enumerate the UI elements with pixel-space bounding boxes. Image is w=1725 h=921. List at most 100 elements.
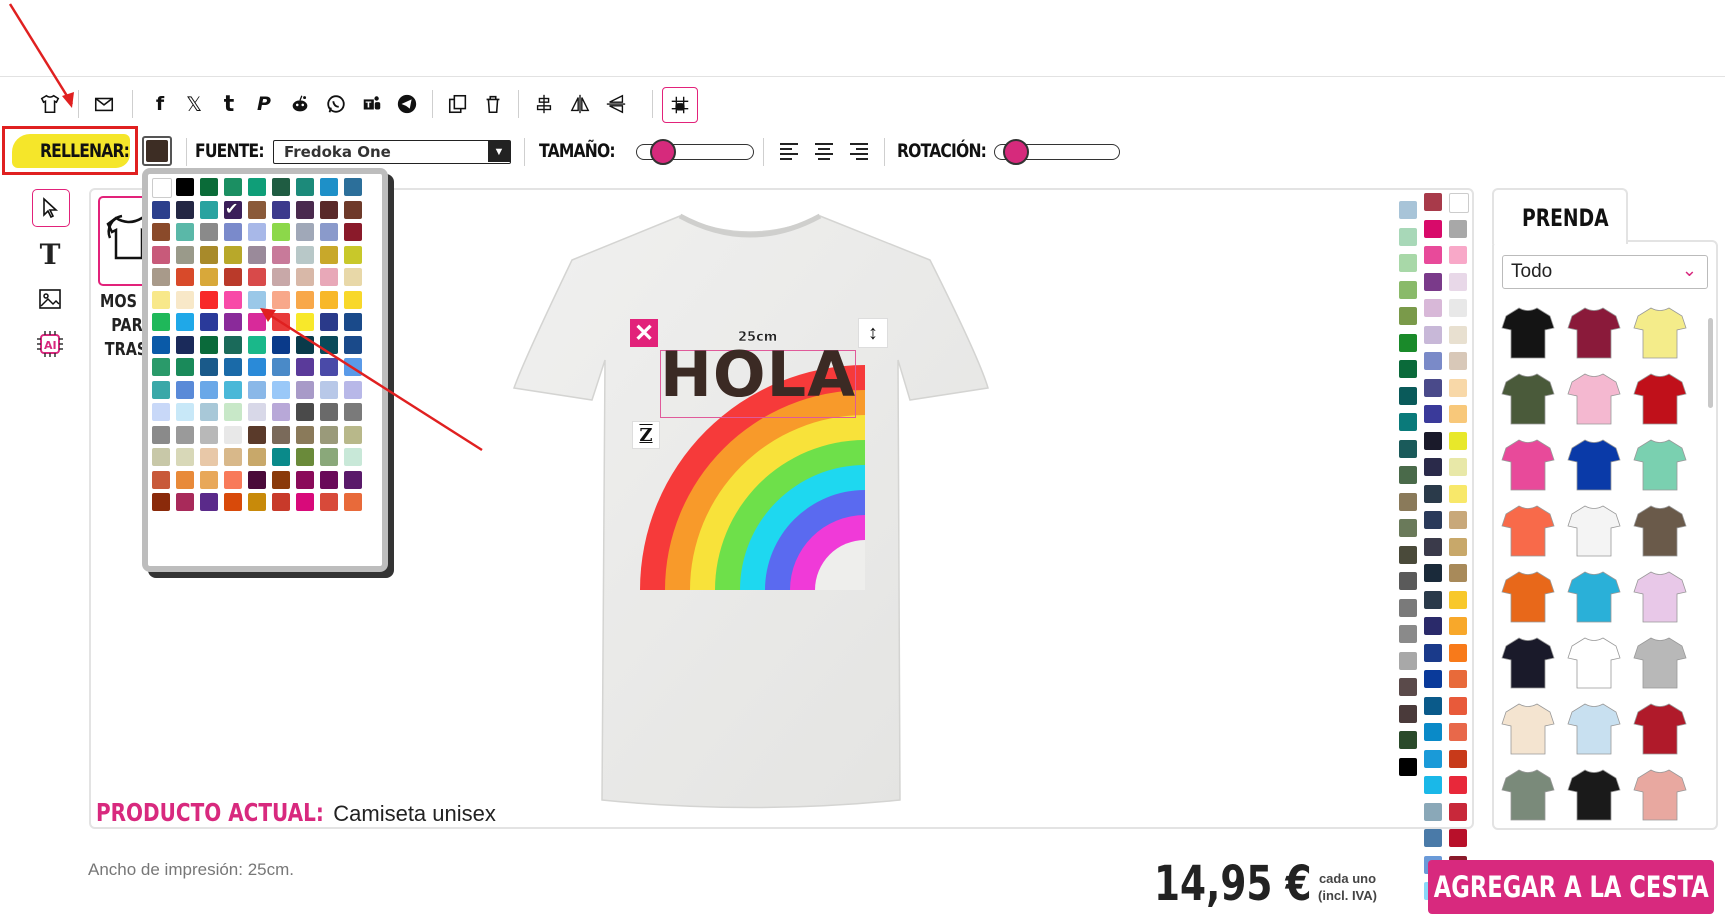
resize-handle[interactable]: ↕ [858, 318, 888, 348]
garment-color-swatch[interactable] [1449, 193, 1469, 213]
palette-swatch[interactable] [176, 493, 194, 511]
garment-color-swatch[interactable] [1399, 519, 1417, 537]
garment-color-swatch[interactable] [1449, 299, 1467, 317]
garment-color-swatch[interactable] [1449, 219, 1467, 238]
palette-swatch[interactable] [320, 223, 338, 241]
palette-swatch[interactable] [224, 403, 242, 421]
palette-swatch[interactable] [200, 448, 218, 466]
product-thumb-black-orange-hoodie[interactable] [1566, 766, 1622, 822]
garment-color-swatch[interactable] [1399, 227, 1417, 246]
product-thumb-cream-tshirt[interactable] [1500, 700, 1556, 756]
tshirt-icon[interactable] [38, 92, 62, 116]
product-filter-select[interactable]: Todo ⌄ [1502, 255, 1708, 289]
garment-color-swatch[interactable] [1399, 280, 1417, 299]
garment-color-swatch[interactable] [1449, 484, 1467, 503]
palette-swatch[interactable] [248, 245, 266, 264]
garment-color-swatch[interactable] [1424, 484, 1442, 503]
garment-color-swatch[interactable] [1399, 492, 1417, 511]
garment-color-swatch[interactable] [1424, 670, 1442, 688]
product-thumb-maroon-tshirt[interactable] [1566, 304, 1622, 360]
palette-swatch[interactable] [200, 200, 218, 219]
product-thumb-white-tanktop[interactable] [1566, 502, 1622, 558]
garment-color-swatch[interactable] [1449, 802, 1467, 821]
palette-swatch[interactable] [176, 313, 194, 331]
palette-swatch[interactable] [344, 470, 362, 489]
garment-color-swatch[interactable] [1449, 696, 1467, 715]
palette-swatch[interactable] [176, 380, 194, 399]
product-thumb-cyan-hoodie[interactable] [1566, 568, 1622, 624]
product-thumb-black-tshirt[interactable] [1500, 304, 1556, 360]
garment-color-swatch[interactable] [1424, 325, 1442, 344]
align-center-text-icon[interactable] [815, 143, 835, 161]
tab-prenda[interactable]: PRENDA [1492, 188, 1628, 244]
palette-swatch[interactable] [296, 200, 314, 219]
palette-swatch[interactable] [296, 268, 314, 286]
garment-color-swatch[interactable] [1424, 219, 1442, 238]
facebook-icon[interactable]: f [148, 92, 172, 116]
align-right-icon[interactable] [850, 143, 870, 161]
palette-swatch[interactable] [152, 380, 170, 399]
garment-color-swatch[interactable] [1424, 246, 1442, 264]
garment-color-swatch[interactable] [1449, 749, 1467, 768]
trash-icon[interactable] [481, 92, 505, 116]
palette-swatch[interactable] [200, 425, 218, 444]
palette-swatch[interactable] [176, 200, 194, 219]
palette-swatch[interactable] [176, 268, 194, 286]
whatsapp-icon[interactable] [324, 92, 348, 116]
palette-swatch[interactable] [224, 245, 242, 264]
palette-swatch[interactable] [176, 223, 194, 241]
palette-swatch[interactable] [272, 178, 290, 196]
palette-swatch[interactable] [224, 223, 242, 241]
product-thumb-peach-tanktop[interactable] [1632, 766, 1688, 822]
palette-swatch[interactable] [152, 403, 170, 421]
palette-swatch[interactable] [344, 493, 362, 511]
palette-swatch[interactable] [224, 268, 242, 286]
image-tool-button[interactable] [32, 281, 68, 317]
palette-swatch[interactable] [224, 358, 242, 376]
palette-swatch[interactable] [224, 470, 242, 489]
garment-color-swatch[interactable] [1399, 360, 1417, 378]
palette-swatch[interactable] [200, 470, 218, 489]
palette-swatch[interactable] [344, 178, 362, 196]
product-thumb-varsity-jacket[interactable] [1632, 700, 1688, 756]
reddit-icon[interactable] [288, 92, 312, 116]
garment-color-swatch[interactable] [1399, 651, 1417, 670]
product-thumb-gradient-tshirt[interactable] [1566, 700, 1622, 756]
palette-swatch[interactable] [176, 335, 194, 354]
palette-swatch[interactable] [152, 448, 170, 466]
palette-swatch[interactable] [224, 380, 242, 399]
palette-swatch[interactable] [320, 493, 338, 511]
size-slider-knob[interactable] [650, 139, 677, 165]
palette-swatch[interactable] [152, 290, 170, 309]
select-tool-button[interactable] [32, 189, 70, 227]
palette-swatch[interactable] [176, 245, 194, 264]
garment-color-swatch[interactable] [1399, 731, 1417, 749]
delete-object-button[interactable]: ✕ [630, 319, 658, 347]
palette-swatch[interactable] [272, 493, 290, 511]
palette-swatch[interactable] [224, 178, 242, 196]
palette-swatch[interactable] [176, 290, 194, 309]
palette-swatch[interactable] [224, 493, 242, 511]
flip-horizontal-icon[interactable] [568, 92, 592, 116]
palette-swatch[interactable] [296, 178, 314, 196]
palette-swatch[interactable] [272, 223, 290, 241]
palette-swatch[interactable] [344, 223, 362, 241]
palette-swatch[interactable] [344, 268, 362, 286]
palette-swatch[interactable] [200, 380, 218, 399]
palette-swatch[interactable] [272, 470, 290, 489]
palette-swatch[interactable] [296, 470, 314, 489]
palette-swatch[interactable] [176, 448, 194, 466]
palette-swatch[interactable] [152, 358, 170, 376]
garment-color-swatch[interactable] [1424, 511, 1442, 529]
palette-swatch[interactable] [176, 425, 194, 444]
product-thumb-black-tshirt-2[interactable] [1500, 634, 1556, 690]
product-thumb-tiedye-tshirt[interactable] [1632, 568, 1688, 624]
palette-swatch[interactable] [152, 223, 170, 241]
palette-swatch[interactable] [320, 268, 338, 286]
garment-color-swatch[interactable] [1424, 590, 1442, 609]
palette-swatch[interactable] [344, 245, 362, 264]
garment-color-swatch[interactable] [1449, 670, 1467, 688]
product-thumb-magenta-tshirt[interactable] [1500, 436, 1556, 492]
garment-color-swatch[interactable] [1424, 378, 1442, 397]
product-thumb-coral-tshirt[interactable] [1500, 502, 1556, 558]
